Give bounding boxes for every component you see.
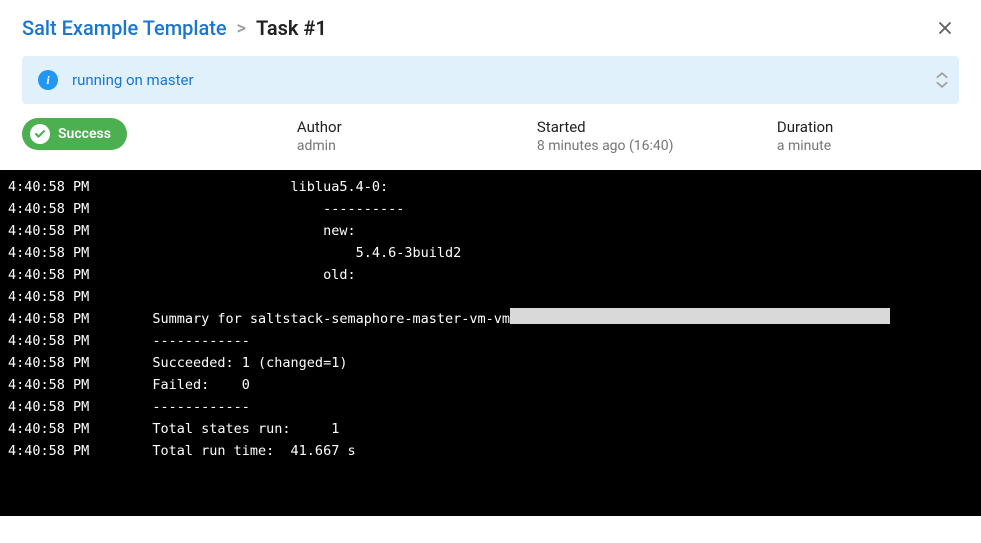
meta-started: Started 8 minutes ago (16:40) (537, 118, 717, 154)
terminal-text: Failed: 0 (128, 374, 250, 396)
meta-started-value: 8 minutes ago (16:40) (537, 138, 717, 154)
terminal-line: 4:40:58 PM Failed: 0 (8, 374, 973, 396)
terminal-text: 5.4.6-3build2 (128, 242, 461, 264)
terminal-line: 4:40:58 PM Summary for saltstack-semapho… (8, 308, 973, 330)
check-icon (30, 124, 50, 144)
terminal-timestamp: 4:40:58 PM (8, 418, 128, 440)
terminal-timestamp: 4:40:58 PM (8, 286, 128, 308)
meta-duration-value: a minute (777, 138, 957, 154)
terminal-timestamp: 4:40:58 PM (8, 198, 128, 220)
terminal-line: 4:40:58 PM (8, 286, 973, 308)
terminal-text: ---------- (128, 198, 404, 220)
info-icon: i (38, 70, 58, 90)
meta-author-label: Author (297, 118, 477, 136)
terminal-text: Total run time: 41.667 s (128, 440, 356, 462)
terminal-output: 4:40:58 PM liblua5.4-0:4:40:58 PM ------… (0, 170, 981, 516)
info-banner-text: running on master (72, 71, 194, 89)
terminal-line: 4:40:58 PM Total run time: 41.667 s (8, 440, 973, 462)
terminal-line: 4:40:58 PM Total states run: 1 (8, 418, 973, 440)
terminal-text: Summary for saltstack-semaphore-master-v… (128, 308, 510, 330)
terminal-text: ------------ (128, 396, 250, 418)
terminal-line: 4:40:58 PM 5.4.6-3build2 (8, 242, 973, 264)
terminal-timestamp: 4:40:58 PM (8, 352, 128, 374)
terminal-timestamp: 4:40:58 PM (8, 374, 128, 396)
terminal-text: old: (128, 264, 356, 286)
terminal-line: 4:40:58 PM Succeeded: 1 (changed=1) (8, 352, 973, 374)
info-banner: i running on master (22, 56, 959, 104)
terminal-line: 4:40:58 PM new: (8, 220, 973, 242)
terminal-line: 4:40:58 PM liblua5.4-0: (8, 176, 973, 198)
status-success-pill: Success (22, 118, 127, 150)
terminal-timestamp: 4:40:58 PM (8, 308, 128, 330)
meta-author: Author admin (297, 118, 477, 154)
terminal-timestamp: 4:40:58 PM (8, 396, 128, 418)
terminal-line: 4:40:58 PM old: (8, 264, 973, 286)
terminal-text: Total states run: 1 (128, 418, 339, 440)
terminal-timestamp: 4:40:58 PM (8, 440, 128, 462)
meta-duration-label: Duration (777, 118, 957, 136)
terminal-line: 4:40:58 PM ------------ (8, 396, 973, 418)
breadcrumb-parent-link[interactable]: Salt Example Template (22, 16, 227, 40)
terminal-text: new: (128, 220, 356, 242)
meta-row: Success Author admin Started 8 minutes a… (0, 118, 981, 170)
terminal-timestamp: 4:40:58 PM (8, 220, 128, 242)
terminal-text: Succeeded: 1 (changed=1) (128, 352, 347, 374)
status-label: Success (58, 126, 111, 142)
terminal-line: 4:40:58 PM ---------- (8, 198, 973, 220)
meta-duration: Duration a minute (777, 118, 957, 154)
breadcrumb-separator: > (237, 18, 246, 39)
terminal-text: liblua5.4-0: (128, 176, 388, 198)
terminal-line: 4:40:58 PM ------------ (8, 330, 973, 352)
breadcrumb-current: Task #1 (256, 16, 327, 40)
meta-started-label: Started (537, 118, 717, 136)
terminal-timestamp: 4:40:58 PM (8, 330, 128, 352)
meta-author-value: admin (297, 138, 477, 154)
stepper-control[interactable] (935, 71, 949, 89)
terminal-text: ------------ (128, 330, 250, 352)
terminal-timestamp: 4:40:58 PM (8, 264, 128, 286)
terminal-timestamp: 4:40:58 PM (8, 242, 128, 264)
breadcrumb-header: Salt Example Template > Task #1 (0, 0, 981, 52)
terminal-highlight (510, 308, 890, 324)
terminal-timestamp: 4:40:58 PM (8, 176, 128, 198)
close-icon[interactable] (931, 14, 959, 42)
